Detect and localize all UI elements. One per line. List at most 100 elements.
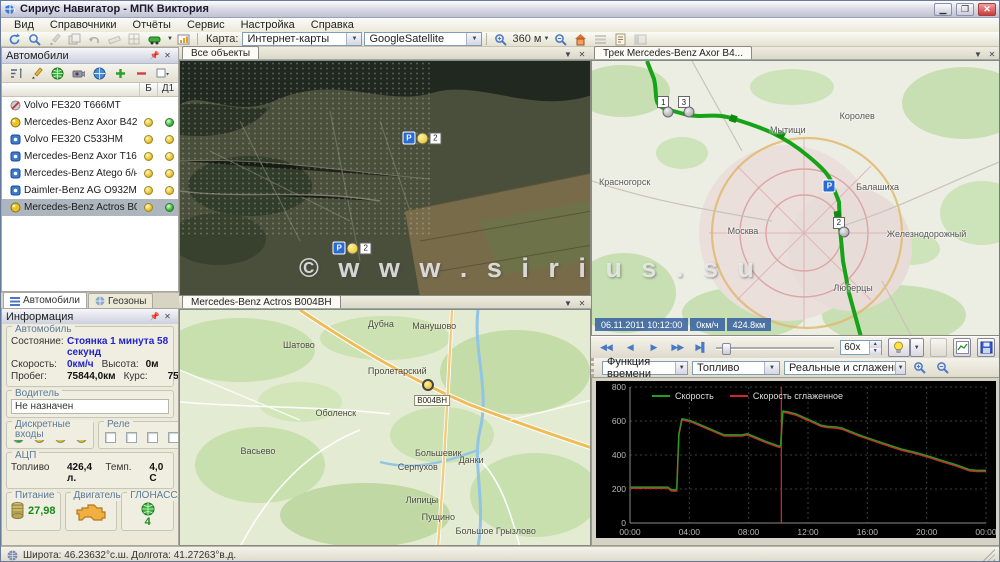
maximize-button[interactable]: ❐: [956, 3, 974, 16]
tab-vehicle-map[interactable]: Mercedes-Benz Actros В004ВН: [182, 295, 341, 308]
report-icon[interactable]: [611, 31, 630, 47]
legend-icon[interactable]: [591, 31, 610, 47]
panel-icon[interactable]: [631, 31, 650, 47]
resize-grip[interactable]: [983, 549, 995, 561]
current-vehicle-marker[interactable]: [422, 379, 434, 391]
minimize-button[interactable]: ▁: [934, 3, 952, 16]
vehicle-row-4[interactable]: Mercedes-Benz Axor Т166МТ: [2, 148, 178, 165]
tab-geozones[interactable]: Геозоны: [88, 293, 154, 308]
grid-icon[interactable]: [125, 31, 144, 47]
vehicle-map[interactable]: ДубнаМанушовоШатовоПролетарскийОболенскВ…: [179, 309, 591, 546]
highlight-track-button[interactable]: [888, 338, 910, 357]
copy-icon[interactable]: [65, 31, 84, 47]
skip-start-button[interactable]: ◀◀: [597, 339, 615, 357]
chart-view-combo[interactable]: Реальные и сглаженные значени ▼: [784, 361, 906, 375]
satellite-vehicle-marker-1[interactable]: P2: [402, 132, 441, 145]
close-button[interactable]: ✕: [978, 3, 996, 16]
vehicle-row-3[interactable]: Volvo FE320 С533НМ: [2, 131, 178, 148]
add-vehicle-icon[interactable]: [111, 65, 129, 81]
column-d1[interactable]: Д1: [158, 83, 178, 96]
measure-icon[interactable]: [105, 31, 124, 47]
chevron-down-icon[interactable]: ▼: [346, 33, 361, 45]
chevron-down-icon[interactable]: ▼: [167, 36, 173, 42]
pin-icon[interactable]: 📌: [148, 50, 161, 62]
show-chart-button[interactable]: [953, 338, 971, 357]
vehicle-row-6[interactable]: Daimler-Benz AG О932МХ: [2, 182, 178, 199]
vehicle-menu-icon[interactable]: [145, 31, 164, 47]
map-provider-combo[interactable]: GoogleSatellite ▼: [364, 32, 482, 46]
undo-icon[interactable]: [85, 31, 104, 47]
skip-end-button[interactable]: ▶▌: [692, 339, 710, 357]
tab-all-objects[interactable]: Все объекты: [182, 46, 259, 59]
close-icon[interactable]: ✕: [161, 50, 174, 62]
column-name[interactable]: [2, 83, 140, 96]
menu-item-4[interactable]: Сервис: [180, 19, 232, 31]
chevron-down-icon[interactable]: ▼: [562, 299, 574, 308]
chart-tool-icon[interactable]: [174, 31, 193, 47]
extra-button[interactable]: [930, 338, 948, 357]
column-b[interactable]: Б: [140, 83, 158, 96]
chevron-down-icon[interactable]: ▼: [466, 33, 481, 45]
close-icon[interactable]: ✕: [576, 299, 588, 308]
save-button[interactable]: [977, 338, 995, 357]
chart-zoom-out-button[interactable]: [933, 360, 952, 376]
chevron-down-icon[interactable]: ▼: [895, 362, 905, 374]
chevron-down-icon[interactable]: ▼: [675, 362, 687, 374]
satellite-vehicle-marker-2[interactable]: P2: [333, 242, 372, 255]
tab-track[interactable]: Трек Mercedes-Benz Axor B4...: [594, 46, 752, 59]
zoom-out-icon[interactable]: [551, 31, 570, 47]
chevron-down-icon[interactable]: ▼: [972, 50, 984, 59]
track-map[interactable]: МытищиКоролевКрасногорскМоскваБалашихаЖе…: [591, 60, 1000, 336]
track-globe-icon[interactable]: [90, 65, 108, 81]
relay-checkbox-3[interactable]: [147, 432, 158, 443]
view-mode-icon[interactable]: [153, 65, 171, 81]
vehicles-panel: Автомобили 📌 ✕ Б Д1 Volvo FE320 Т666МТMe…: [1, 47, 179, 292]
refresh-icon[interactable]: [5, 31, 24, 47]
close-icon[interactable]: ✕: [576, 50, 588, 59]
playback-slider[interactable]: [716, 341, 834, 355]
vehicle-row-1[interactable]: Volvo FE320 Т666МТ: [2, 97, 178, 114]
tab-vehicles[interactable]: Автомобили: [3, 292, 87, 308]
relay-checkbox-4[interactable]: [168, 432, 178, 443]
chart-plot[interactable]: 00:0004:0008:0012:0016:0020:0000:0002004…: [596, 381, 996, 538]
vehicle-row-5[interactable]: Mercedes-Benz Atego б/н: [2, 165, 178, 182]
menu-item-5[interactable]: Настройка: [234, 19, 302, 31]
menu-item-6[interactable]: Справка: [304, 19, 361, 31]
vehicle-row-7[interactable]: Mercedes-Benz Actros В004ВН: [2, 199, 178, 216]
menu-item-3[interactable]: Отчёты: [126, 19, 178, 31]
satellite-map[interactable]: P2 P2: [179, 60, 591, 296]
sort-icon[interactable]: [6, 65, 24, 81]
track-parking-marker[interactable]: P: [823, 179, 836, 192]
speed-spinbox[interactable]: 60x ▲▼: [840, 340, 881, 355]
relay-checkbox-2[interactable]: [126, 432, 137, 443]
chevron-down-icon[interactable]: ▼: [562, 50, 574, 59]
slider-thumb[interactable]: [722, 343, 731, 355]
chart-parameter-combo[interactable]: Топливо ▼: [692, 361, 780, 375]
rewind-button[interactable]: ◀: [621, 339, 639, 357]
relay-checkbox-1[interactable]: [105, 432, 116, 443]
play-button[interactable]: ▶: [645, 339, 663, 357]
map-type-combo[interactable]: Интернет-карты ▼: [242, 32, 362, 46]
fuel-chart[interactable]: Скорость Скорость сглаженное 00:0004:000…: [596, 381, 996, 538]
edit-icon[interactable]: [45, 31, 64, 47]
close-icon[interactable]: ✕: [161, 311, 174, 323]
scale-dropdown[interactable]: 360 м ▼: [512, 33, 549, 45]
vehicle-row-2[interactable]: Mercedes-Benz Axor В428НВ: [2, 114, 178, 131]
zoom-in-icon[interactable]: [491, 31, 510, 47]
home-icon[interactable]: [571, 31, 590, 47]
close-icon[interactable]: ✕: [986, 50, 998, 59]
menu-item-1[interactable]: Вид: [7, 19, 41, 31]
remove-vehicle-icon[interactable]: [132, 65, 150, 81]
show-on-map-icon[interactable]: [48, 65, 66, 81]
chevron-down-icon[interactable]: ▼: [764, 362, 779, 374]
highlight-dropdown[interactable]: ▼: [910, 338, 924, 357]
spin-arrows[interactable]: ▲▼: [869, 341, 881, 355]
edit-vehicle-icon[interactable]: [27, 65, 45, 81]
zoom-select-icon[interactable]: [25, 31, 44, 47]
fast-forward-button[interactable]: ▶▶: [668, 339, 686, 357]
camera-icon[interactable]: [69, 65, 87, 81]
pin-icon[interactable]: 📌: [148, 311, 161, 323]
chart-mode-combo[interactable]: Функция времени ▼: [602, 361, 688, 375]
menu-item-2[interactable]: Справочники: [43, 19, 124, 31]
chart-zoom-in-button[interactable]: [910, 360, 929, 376]
